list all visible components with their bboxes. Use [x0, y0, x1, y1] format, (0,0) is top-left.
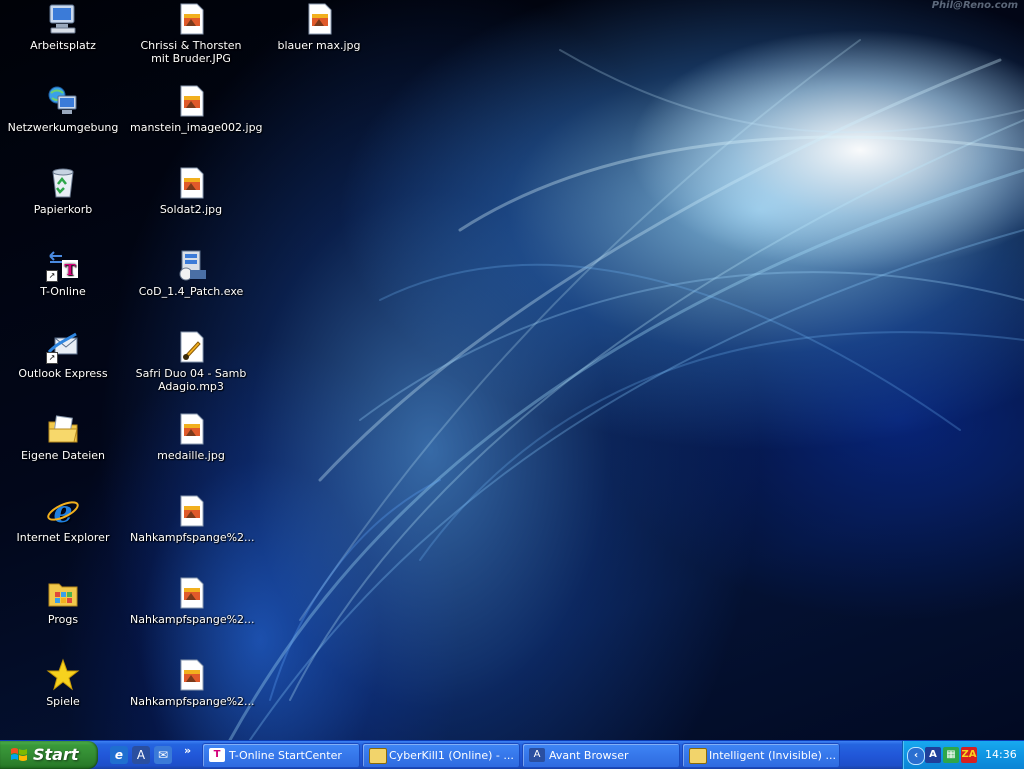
desktop-icon-manstein-jpg[interactable]: manstein_image002.jpg	[128, 84, 263, 134]
t-online-icon: T ↗	[46, 248, 80, 282]
desktop-icon-label: T-Online	[40, 285, 86, 298]
outlook-express-icon: ↗	[46, 330, 80, 364]
zonealarm-icon[interactable]: ZA	[961, 747, 977, 763]
desktop[interactable]: Phil@Reno.com Arbeitsplatz Netzwerkumgeb…	[0, 0, 1024, 740]
network-status-icon[interactable]: ▦	[943, 747, 959, 763]
desktop-icon-label: Internet Explorer	[16, 531, 110, 544]
shortcut-arrow-icon: ↗	[46, 270, 58, 282]
wallpaper-watermark: Phil@Reno.com	[931, 0, 1018, 11]
desktop-icon-label: CoD_1.4_Patch.exe	[138, 285, 244, 298]
quick-launch-more-button[interactable]: »	[184, 744, 191, 757]
start-label: Start	[33, 745, 79, 764]
svg-text:T: T	[64, 261, 76, 279]
image-file-icon	[174, 84, 208, 118]
image-file-icon	[174, 166, 208, 200]
task-label: CyberKill1 (Online) - ...	[389, 749, 514, 762]
my-documents-icon	[46, 412, 80, 446]
task-label: Intelligent (Invisible) ...	[709, 749, 836, 762]
desktop-icon-papierkorb[interactable]: Papierkorb	[0, 166, 126, 216]
installer-icon	[174, 248, 208, 282]
task-label: Avant Browser	[549, 749, 629, 762]
desktop-icon-t-online[interactable]: T ↗ T-Online	[0, 248, 126, 298]
start-button[interactable]: Start	[0, 741, 98, 769]
network-places-icon	[46, 84, 80, 118]
t-online-icon: T	[209, 748, 225, 762]
desktop-icon-blauer-max-jpg[interactable]: blauer max.jpg	[256, 2, 382, 52]
desktop-icon-label: manstein_image002.jpg	[130, 121, 263, 134]
desktop-icon-spiele[interactable]: Spiele	[0, 658, 126, 708]
desktop-icon-label: Nahkampfspange%2...	[130, 695, 255, 708]
task-button-intelligent-invisible[interactable]: Intelligent (Invisible) ...	[682, 743, 840, 768]
clock[interactable]: 14:36	[985, 741, 1017, 769]
desktop-icon-label: blauer max.jpg	[277, 39, 361, 52]
desktop-icon-safri-duo-mp3[interactable]: Safri Duo 04 - Samb Adagio.mp3	[128, 330, 254, 393]
icq-window-icon	[689, 748, 707, 764]
star-icon	[46, 658, 80, 692]
task-button-t-online-startcenter[interactable]: T T-Online StartCenter	[202, 743, 360, 768]
desktop-icon-soldat2-jpg[interactable]: Soldat2.jpg	[128, 166, 254, 216]
task-button-avant-browser[interactable]: A Avant Browser	[522, 743, 680, 768]
internet-explorer-icon: e	[46, 494, 80, 530]
desktop-icon-label: Netzwerkumgebung	[7, 121, 119, 134]
desktop-icon-medaille-jpg[interactable]: medaille.jpg	[128, 412, 254, 462]
desktop-icon-label: Chrissi & Thorsten mit Bruder.JPG	[140, 39, 242, 65]
desktop-icon-arbeitsplatz[interactable]: Arbeitsplatz	[0, 2, 126, 52]
image-file-icon	[174, 576, 208, 610]
image-file-icon	[174, 2, 208, 36]
recycle-bin-icon	[46, 166, 80, 200]
desktop-icon-label: Progs	[47, 613, 79, 626]
system-tray: ‹ A ▦ ZA 14:36	[902, 741, 1024, 769]
desktop-icon-nahkampfspange-3[interactable]: Nahkampfspange%2...	[128, 658, 255, 708]
desktop-icon-label: Nahkampfspange%2...	[130, 613, 255, 626]
icq-window-icon	[369, 748, 387, 764]
desktop-icon-label: Papierkorb	[33, 203, 93, 216]
desktop-icon-label: Outlook Express	[18, 367, 108, 380]
desktop-icon-eigene-dateien[interactable]: Eigene Dateien	[0, 412, 126, 462]
desktop-icon-label: Eigene Dateien	[20, 449, 106, 462]
avant-browser-icon[interactable]: A	[132, 746, 150, 764]
outlook-express-icon[interactable]: ✉	[154, 746, 172, 764]
internet-explorer-icon[interactable]: e	[110, 746, 128, 764]
task-button-cyberkill1[interactable]: CyberKill1 (Online) - ...	[362, 743, 520, 768]
desktop-icon-chrissi-thorsten-jpg[interactable]: Chrissi & Thorsten mit Bruder.JPG	[128, 2, 254, 65]
svg-text:e: e	[53, 495, 72, 528]
my-computer-icon	[46, 2, 80, 36]
desktop-icon-label: Soldat2.jpg	[159, 203, 223, 216]
taskbar: Start e A ✉ » T T-Online StartCenter Cyb…	[0, 740, 1024, 769]
task-label: T-Online StartCenter	[229, 749, 342, 762]
avant-browser-icon[interactable]: A	[925, 747, 941, 763]
folder-icon	[46, 576, 80, 610]
desktop-icon-label: medaille.jpg	[157, 449, 225, 462]
image-file-icon	[174, 494, 208, 528]
desktop-icon-nahkampfspange-1[interactable]: Nahkampfspange%2...	[128, 494, 255, 544]
tray-expand-icon[interactable]: ‹	[907, 747, 925, 765]
desktop-icon-label: Spiele	[46, 695, 80, 708]
image-file-icon	[174, 412, 208, 446]
desktop-icon-outlook-express[interactable]: ↗ Outlook Express	[0, 330, 126, 380]
desktop-icon-cod-patch-exe[interactable]: CoD_1.4_Patch.exe	[128, 248, 254, 298]
desktop-icon-label: Safri Duo 04 - Samb Adagio.mp3	[135, 367, 247, 393]
desktop-icon-label: Nahkampfspange%2...	[130, 531, 255, 544]
windows-flag-icon	[11, 748, 27, 761]
desktop-icon-internet-explorer[interactable]: e Internet Explorer	[0, 494, 126, 544]
image-file-icon	[302, 2, 336, 36]
desktop-icon-label: Arbeitsplatz	[30, 39, 96, 52]
shortcut-arrow-icon: ↗	[46, 352, 58, 364]
avant-browser-icon: A	[529, 748, 545, 762]
desktop-icon-progs[interactable]: Progs	[0, 576, 126, 626]
desktop-icon-nahkampfspange-2[interactable]: Nahkampfspange%2...	[128, 576, 255, 626]
image-file-icon	[174, 658, 208, 692]
desktop-icon-netzwerkumgebung[interactable]: Netzwerkumgebung	[0, 84, 126, 134]
audio-file-icon	[174, 330, 208, 364]
